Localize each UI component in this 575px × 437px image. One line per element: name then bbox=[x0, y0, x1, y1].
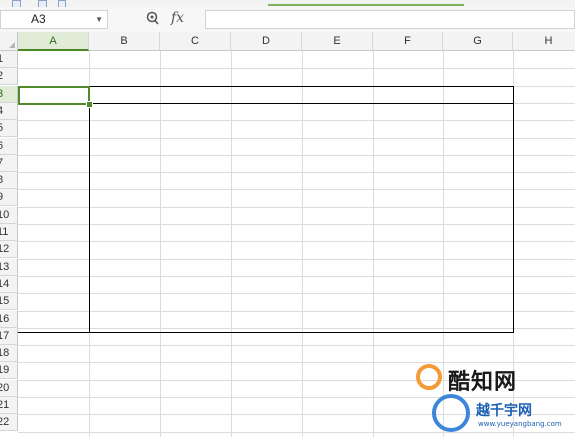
row-header-22[interactable]: 22 bbox=[0, 414, 18, 432]
row-header-4[interactable]: 4 bbox=[0, 102, 18, 120]
watermark-title: 酷知网 bbox=[448, 370, 518, 395]
row-gridline bbox=[18, 224, 575, 225]
fill-handle[interactable] bbox=[86, 101, 93, 108]
row-gridline bbox=[18, 275, 575, 277]
row-gridline bbox=[18, 154, 575, 156]
table-header-border bbox=[89, 103, 513, 104]
active-cell-a3[interactable] bbox=[18, 86, 90, 105]
column-gridline bbox=[160, 51, 161, 437]
table-border-top bbox=[18, 86, 513, 87]
row-header-15[interactable]: 15 bbox=[0, 293, 18, 311]
row-header-3[interactable]: 3 bbox=[0, 85, 18, 103]
row-header-19[interactable]: 19 bbox=[0, 362, 18, 380]
row-header-18[interactable]: 18 bbox=[0, 345, 18, 363]
row-gridline bbox=[18, 137, 575, 139]
row-header-14[interactable]: 14 bbox=[0, 275, 18, 293]
active-tab-indicator bbox=[268, 4, 464, 6]
cell-reference: A3 bbox=[31, 12, 46, 26]
column-header-d[interactable]: D bbox=[231, 32, 302, 51]
row-gridline bbox=[18, 172, 575, 174]
row-gridline bbox=[18, 68, 575, 70]
row-gridline bbox=[18, 327, 575, 329]
function-icon[interactable]: fx bbox=[171, 10, 184, 26]
row-gridline bbox=[18, 120, 575, 122]
toolbar-strip bbox=[0, 0, 575, 8]
watermark-wifi-icon bbox=[432, 394, 470, 432]
watermark-url: www.yueyangbang.com bbox=[478, 420, 562, 428]
row-header-7[interactable]: 7 bbox=[0, 154, 18, 172]
select-all-corner[interactable] bbox=[0, 32, 18, 51]
row-gridline bbox=[18, 293, 575, 295]
row-gridline bbox=[18, 241, 575, 243]
row-header-21[interactable]: 21 bbox=[0, 397, 18, 414]
row-gridline bbox=[18, 310, 575, 312]
column-header-g[interactable]: G bbox=[443, 32, 513, 51]
formula-bar: A3 ▼ fx bbox=[0, 7, 575, 33]
column-header-c[interactable]: C bbox=[160, 32, 231, 51]
column-header-b[interactable]: B bbox=[89, 32, 160, 51]
zoom-search-icon[interactable] bbox=[146, 11, 159, 28]
column-header-e[interactable]: E bbox=[302, 32, 373, 51]
row-header-16[interactable]: 16 bbox=[0, 310, 18, 328]
column-gridline bbox=[231, 51, 232, 437]
row-header-6[interactable]: 6 bbox=[0, 137, 18, 155]
column-header-a[interactable]: A bbox=[18, 32, 89, 51]
row-header-13[interactable]: 13 bbox=[0, 258, 18, 276]
row-header-8[interactable]: 8 bbox=[0, 172, 18, 190]
row-header-2[interactable]: 2 bbox=[0, 68, 18, 86]
row-gridline bbox=[18, 206, 575, 208]
row-header-11[interactable]: 11 bbox=[0, 224, 18, 241]
watermark-ring-icon bbox=[416, 364, 442, 390]
watermark-logo: 酷知网 越千宇网 www.yueyangbang.com bbox=[410, 362, 575, 437]
row-header-1[interactable]: 1 bbox=[0, 51, 18, 68]
row-header-5[interactable]: 5 bbox=[0, 120, 18, 138]
row-header-20[interactable]: 20 bbox=[0, 379, 18, 397]
row-gridline bbox=[18, 345, 575, 347]
row-gridline bbox=[18, 258, 575, 260]
watermark-subtitle: 越千宇网 bbox=[476, 403, 532, 419]
name-box[interactable]: A3 ▼ bbox=[0, 10, 108, 29]
row-header-9[interactable]: 9 bbox=[0, 189, 18, 207]
table-border-left bbox=[89, 103, 90, 333]
column-header-f[interactable]: F bbox=[373, 32, 443, 51]
chevron-down-icon[interactable]: ▼ bbox=[95, 11, 103, 28]
formula-input[interactable] bbox=[205, 10, 575, 29]
row-gridline bbox=[18, 189, 575, 191]
column-header-h[interactable]: H bbox=[513, 32, 575, 51]
table-border-bottom bbox=[18, 332, 514, 333]
table-border-right bbox=[513, 86, 514, 333]
column-gridline bbox=[373, 51, 374, 437]
column-gridline bbox=[302, 51, 303, 437]
row-header-10[interactable]: 10 bbox=[0, 206, 18, 224]
row-header-12[interactable]: 12 bbox=[0, 241, 18, 259]
row-header-17[interactable]: 17 bbox=[0, 327, 18, 345]
